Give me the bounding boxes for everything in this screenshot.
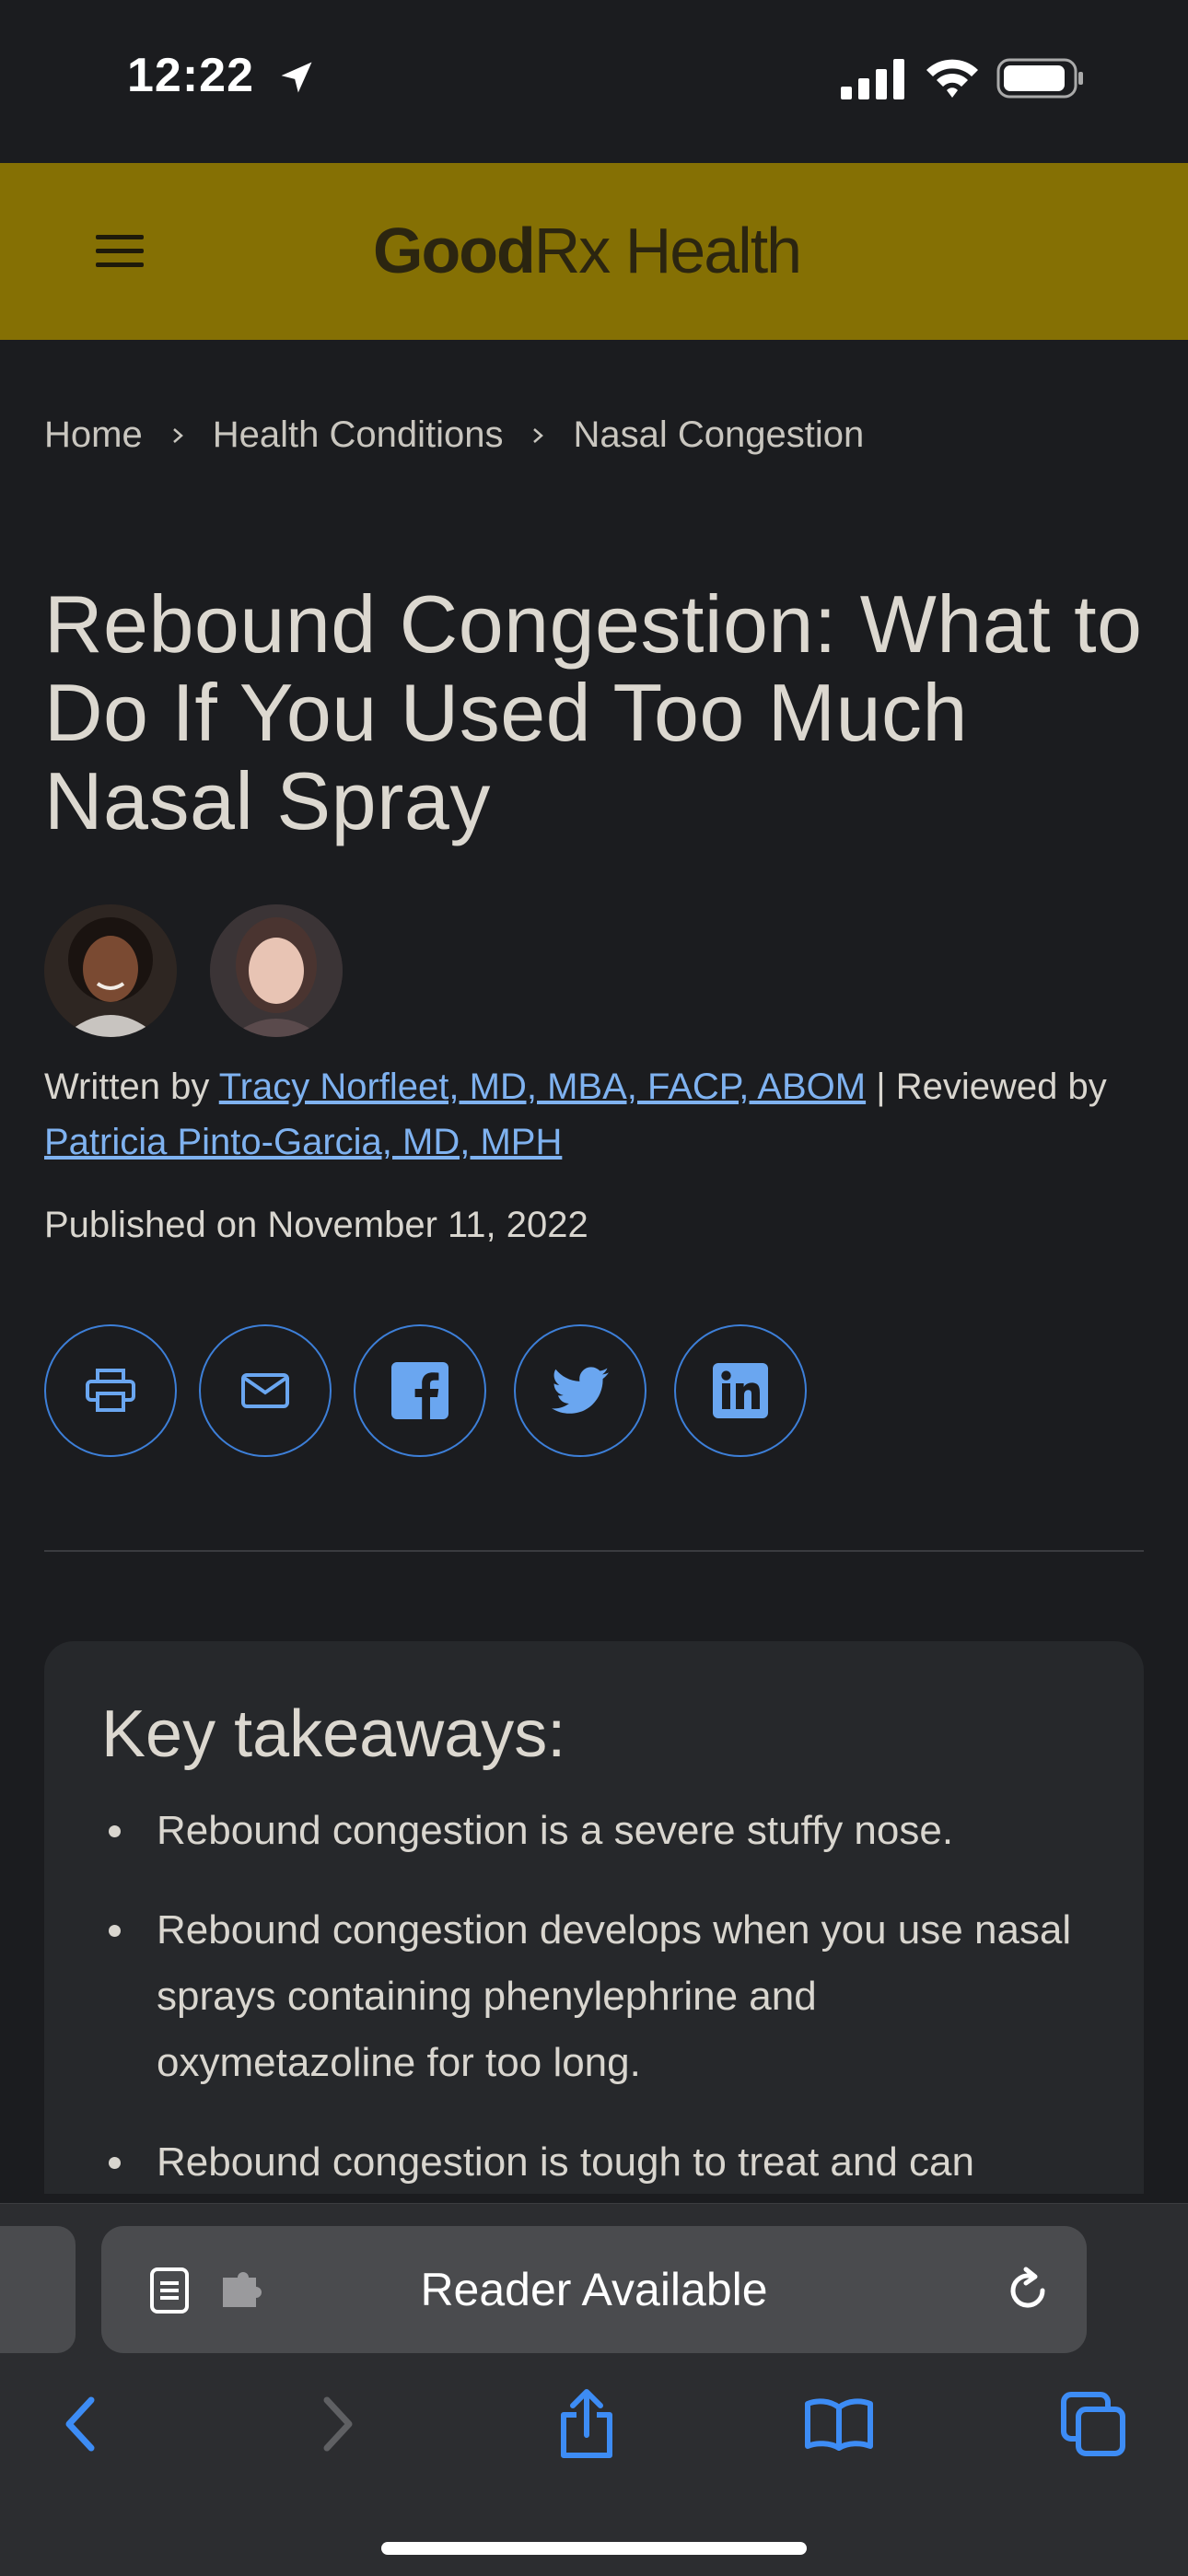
key-takeaways-list: Rebound congestion is a severe stuffy no… (101, 1798, 1077, 2229)
facebook-share-button[interactable] (354, 1324, 486, 1457)
site-header: GoodRx Health (0, 163, 1188, 340)
key-takeaways-heading: Key takeaways: (101, 1697, 566, 1771)
breadcrumb-nasal-congestion[interactable]: Nasal Congestion (573, 414, 864, 456)
key-takeaways-box: Key takeaways: Rebound congestion is a s… (44, 1641, 1144, 2194)
author-avatar[interactable] (44, 904, 177, 1037)
breadcrumb: Home Health Conditions Nasal Congestion (44, 414, 864, 456)
cellular-signal-icon (841, 59, 904, 99)
reviewer-avatar[interactable] (210, 904, 343, 1037)
reviewed-by-label: | Reviewed by (866, 1067, 1107, 1107)
chevron-right-icon (172, 427, 183, 443)
breadcrumb-home[interactable]: Home (44, 414, 143, 456)
logo-bold-text: Good (373, 215, 536, 286)
print-icon (86, 1369, 135, 1412)
wifi-icon (926, 59, 978, 98)
reload-icon[interactable] (1004, 2267, 1052, 2314)
published-date: Published on November 11, 2022 (44, 1205, 588, 1245)
twitter-share-button[interactable] (514, 1324, 646, 1457)
linkedin-share-button[interactable] (674, 1324, 807, 1457)
open-book-icon (805, 2398, 873, 2451)
previous-tab-preview[interactable] (0, 2226, 76, 2353)
author-link[interactable]: Tracy Norfleet, MD, MBA, FACP, ABOM (219, 1067, 866, 1107)
article-title: Rebound Congestion: What to Do If You Us… (44, 578, 1143, 846)
section-divider (44, 1550, 1144, 1552)
written-by-label: Written by (44, 1067, 210, 1107)
facebook-icon (391, 1362, 448, 1419)
logo-light-text: Rx Health (533, 215, 802, 286)
status-bar: 12:22 (0, 0, 1188, 163)
reviewer-link[interactable]: Patricia Pinto-Garcia, MD, MPH (44, 1122, 562, 1162)
chevron-right-icon (533, 427, 544, 443)
email-share-button[interactable] (199, 1324, 332, 1457)
home-indicator (381, 2542, 807, 2555)
breadcrumb-health-conditions[interactable]: Health Conditions (213, 414, 504, 456)
list-item: Rebound congestion develops when you use… (101, 1897, 1077, 2096)
forward-button[interactable] (297, 2383, 379, 2465)
address-bar[interactable]: Reader Available (101, 2226, 1087, 2353)
byline: Written by Tracy Norfleet, MD, MBA, FACP… (44, 1059, 1159, 1170)
location-arrow-icon (281, 62, 312, 93)
back-button[interactable] (39, 2383, 122, 2465)
battery-icon (996, 58, 1083, 99)
twitter-icon (552, 1367, 609, 1414)
email-icon (241, 1373, 289, 1408)
linkedin-icon (713, 1363, 768, 1418)
chevron-right-icon (323, 2396, 353, 2452)
reader-available-label: Reader Available (420, 2264, 768, 2315)
browser-toolbar: Reader Available (0, 2203, 1188, 2576)
bookmarks-button[interactable] (798, 2383, 880, 2465)
tabs-button[interactable] (1052, 2383, 1135, 2465)
list-item: Rebound congestion is tough to treat and… (101, 2129, 1077, 2196)
hamburger-menu-icon[interactable] (92, 229, 147, 272)
goodrx-health-logo[interactable]: GoodRx Health (373, 214, 802, 287)
print-button[interactable] (44, 1324, 177, 1457)
share-button[interactable] (545, 2383, 628, 2465)
share-icon (561, 2389, 612, 2458)
list-item: Rebound congestion is a severe stuffy no… (101, 1798, 1077, 1864)
tabs-icon (1061, 2392, 1125, 2456)
status-time: 12:22 (127, 49, 254, 102)
chevron-left-icon (65, 2396, 95, 2452)
